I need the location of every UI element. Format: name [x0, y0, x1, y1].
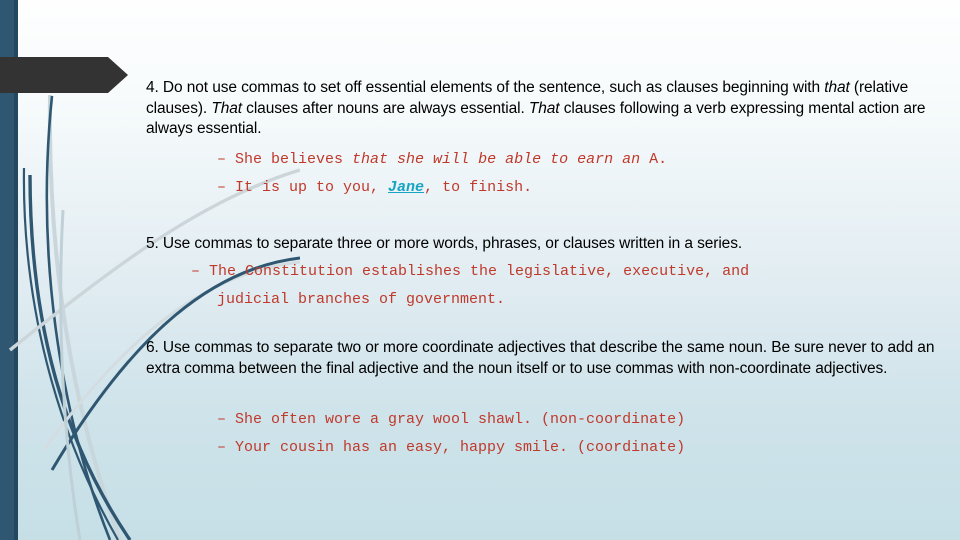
- example-italic-span: that she will be able to earn an: [352, 151, 641, 168]
- rule-5-paragraph: 5. Use commas to separate three or more …: [146, 235, 743, 252]
- example-dash: –: [217, 178, 227, 196]
- rule-4-paragraph-block: 4. Do not use commas to set off essentia…: [146, 78, 936, 140]
- list-item: – She believes that she will be able to …: [217, 151, 668, 168]
- rule-6-example-list: – She often wore a gray wool shawl. (non…: [146, 406, 936, 461]
- rule-6-examples: – She often wore a gray wool shawl. (non…: [146, 406, 936, 461]
- slide-canvas: 4. Do not use commas to set off essentia…: [0, 0, 960, 540]
- italic-term-that-1: that: [824, 79, 850, 96]
- rule-6-paragraph-block: 6. Use commas to separate two or more co…: [146, 338, 936, 379]
- rule-4-paragraph: 4. Do not use commas to set off essentia…: [146, 79, 926, 137]
- list-item: – She often wore a gray wool shawl. (non…: [217, 411, 686, 428]
- italic-term-that-3: That: [528, 99, 560, 117]
- highlighted-name: Jane: [388, 178, 425, 196]
- italic-term-that-2: That: [211, 99, 242, 117]
- list-item: – It is up to you, Jane, to finish.: [217, 178, 533, 196]
- rule-5-example-list: – The Constitution establishes the legis…: [146, 258, 936, 313]
- rule-4-examples: – She believes that she will be able to …: [146, 146, 936, 201]
- rule-4-example-list: – She believes that she will be able to …: [146, 146, 936, 201]
- list-item-continuation: judicial branches of government.: [217, 290, 506, 308]
- rule-5-paragraph-block: 5. Use commas to separate three or more …: [146, 234, 936, 255]
- list-item: – The Constitution establishes the legis…: [191, 263, 750, 280]
- rule-5-examples: – The Constitution establishes the legis…: [146, 258, 936, 313]
- arrow-banner: [0, 57, 128, 93]
- example-dash: –: [217, 151, 227, 168]
- list-item: – Your cousin has an easy, happy smile. …: [217, 438, 686, 456]
- rule-6-paragraph: 6. Use commas to separate two or more co…: [146, 339, 935, 377]
